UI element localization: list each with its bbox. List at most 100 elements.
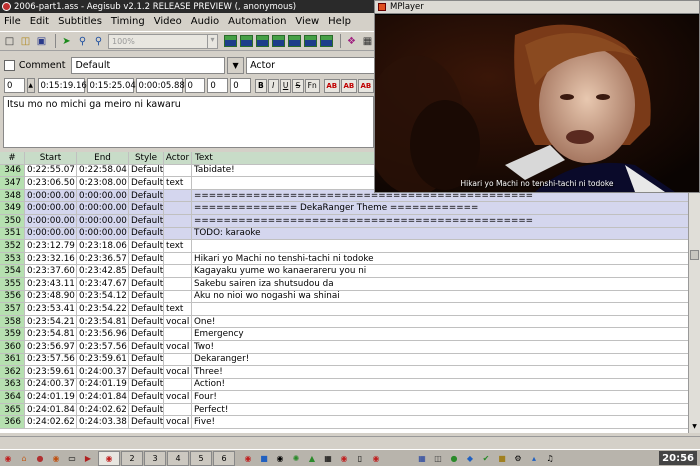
table-row[interactable]: 355 0:23:43.11 0:23:47.67 Default Sakebu sai… <box>0 277 688 291</box>
table-row[interactable]: 366 0:24:02.62 0:24:03.38 Default vocal Five! <box>0 416 688 430</box>
mplayer-window[interactable]: MPlayer Hikari yo Machi no tenshi-tachi … <box>374 0 700 193</box>
desktop-2[interactable]: 2 <box>121 450 143 466</box>
margin-right-field[interactable]: 0 <box>207 78 229 93</box>
shift-times-icon[interactable] <box>320 35 333 47</box>
subtitle-grid[interactable]: # Start End Style Actor Text 346 0:22:55.… <box>0 152 688 433</box>
layer-field[interactable]: 0 <box>4 78 25 93</box>
table-row[interactable]: 357 0:23:53.41 0:23:54.22 Default text <box>0 303 688 316</box>
task-icon[interactable]: ▦ <box>322 452 334 464</box>
snap-end-icon[interactable] <box>288 35 301 47</box>
home-icon[interactable]: ⌂ <box>18 452 30 464</box>
chevron-down-icon[interactable]: ▼ <box>227 56 245 74</box>
automation-icon[interactable]: ❖ <box>345 35 358 48</box>
grid-vertical-scrollbar[interactable]: ▲ ▼ <box>688 152 700 433</box>
tray-icon[interactable]: ✔ <box>480 452 492 464</box>
desktop-5[interactable]: 5 <box>190 450 212 466</box>
app-launcher-icon[interactable]: ● <box>34 452 46 464</box>
task-icon[interactable]: ◉ <box>370 452 382 464</box>
new-file-icon[interactable]: □ <box>3 35 16 48</box>
style-combo[interactable]: Default <box>71 56 226 74</box>
table-row[interactable]: 362 0:23:59.61 0:24:00.37 Default vocal Three… <box>0 366 688 379</box>
table-row[interactable]: 352 0:23:12.79 0:23:18.06 Default text <box>0 240 688 253</box>
media-player-icon[interactable]: ▶ <box>82 452 94 464</box>
table-row[interactable]: 364 0:24:01.19 0:24:01.84 Default vocal Four! <box>0 391 688 404</box>
tray-icon[interactable]: ◆ <box>464 452 476 464</box>
underline-button[interactable]: U <box>279 78 292 93</box>
start-time-field[interactable]: 0:15:19.16 <box>37 78 87 93</box>
tray-icon[interactable]: ▦ <box>416 452 428 464</box>
col-header-end[interactable]: End <box>77 152 129 165</box>
table-row[interactable]: 359 0:23:54.81 0:23:56.96 Default Emergency <box>0 328 688 341</box>
select-time-icon[interactable] <box>240 35 253 47</box>
firefox-icon[interactable]: ◉ <box>50 452 62 464</box>
volume-icon[interactable]: ♫ <box>544 452 556 464</box>
tray-icon[interactable]: ◫ <box>432 452 444 464</box>
outline-color-button[interactable]: AB <box>357 78 374 93</box>
desktop-3[interactable]: 3 <box>144 450 166 466</box>
scroll-down-icon[interactable]: ▼ <box>690 423 699 432</box>
desktop-4[interactable]: 4 <box>167 450 189 466</box>
task-icon[interactable]: ✺ <box>290 452 302 464</box>
col-header-num[interactable]: # <box>0 152 25 165</box>
snap-video-icon[interactable] <box>304 35 317 47</box>
primary-color-button[interactable]: AB <box>323 78 340 93</box>
tray-icon[interactable]: ■ <box>496 452 508 464</box>
jump-to-icon[interactable]: ➤ <box>60 35 73 48</box>
menu-automation[interactable]: Automation <box>228 16 286 27</box>
video-frame[interactable]: Hikari yo Machi no tenshi-tachi ni todok… <box>375 15 699 192</box>
table-row[interactable]: 349 0:00:00.00 0:00:00.00 Default ==========… <box>0 202 688 215</box>
task-icon[interactable]: ◉ <box>274 452 286 464</box>
select-visible-icon[interactable] <box>224 35 237 47</box>
table-row[interactable]: 365 0:24:01.84 0:24:02.62 Default Perfect! <box>0 403 688 417</box>
menu-view[interactable]: View <box>295 16 319 27</box>
table-row[interactable]: 354 0:23:37.60 0:23:42.85 Default Kagayaku y… <box>0 265 688 278</box>
table-row[interactable]: 351 0:00:00.00 0:00:00.00 Default TODO: kara… <box>0 227 688 241</box>
duration-field[interactable]: 0:00:05.88 <box>135 78 185 93</box>
menu-audio[interactable]: Audio <box>191 16 219 27</box>
table-row[interactable]: 356 0:23:48.90 0:23:54.12 Default Aku no nio… <box>0 290 688 304</box>
horizontal-scrollbar[interactable] <box>0 436 700 448</box>
table-row[interactable]: 361 0:23:57.56 0:23:59.61 Default Dekaranger… <box>0 353 688 367</box>
task-icon[interactable]: ◉ <box>338 452 350 464</box>
subtitle-text-editor[interactable]: Itsu mo no michi ga meiro ni kawaru <box>3 96 374 148</box>
mplayer-titlebar[interactable]: MPlayer <box>375 1 699 14</box>
task-icon[interactable]: ◉ <box>242 452 254 464</box>
task-icon[interactable]: ■ <box>258 452 270 464</box>
desktop-1[interactable]: ◉ <box>98 450 120 466</box>
margin-vertical-field[interactable]: 0 <box>230 78 252 93</box>
margin-left-field[interactable]: 0 <box>184 78 206 93</box>
snap-start-icon[interactable] <box>272 35 285 47</box>
tray-icon[interactable]: ● <box>448 452 460 464</box>
zoom-combo[interactable]: 100% ▾ <box>108 33 218 49</box>
strikeout-button[interactable]: S <box>292 78 304 93</box>
menu-help[interactable]: Help <box>328 16 351 27</box>
col-header-start[interactable]: Start <box>25 152 77 165</box>
comment-checkbox[interactable] <box>4 59 15 71</box>
select-lines-icon[interactable] <box>256 35 269 47</box>
bold-button[interactable]: B <box>255 78 267 93</box>
actor-combo[interactable]: Actor <box>246 56 375 74</box>
tray-icon[interactable]: ▴ <box>528 452 540 464</box>
end-time-field[interactable]: 0:15:25.04 <box>86 78 136 93</box>
zoom-out-icon[interactable]: ⚲ <box>92 35 105 48</box>
italic-button[interactable]: I <box>267 78 279 93</box>
menu-subtitles[interactable]: Subtitles <box>58 16 102 27</box>
monitor-icon[interactable]: ▭ <box>66 452 78 464</box>
menu-timing[interactable]: Timing <box>111 16 145 27</box>
menu-file[interactable]: File <box>4 16 21 27</box>
menu-edit[interactable]: Edit <box>30 16 49 27</box>
col-header-actor[interactable]: Actor <box>164 152 192 165</box>
save-file-icon[interactable]: ▣ <box>35 35 48 48</box>
table-row[interactable]: 358 0:23:54.21 0:23:54.81 Default vocal One! <box>0 315 688 329</box>
menu-video[interactable]: Video <box>154 16 182 27</box>
table-row[interactable]: 353 0:23:32.16 0:23:36.57 Default Hikari yo … <box>0 252 688 266</box>
start-menu-icon[interactable]: ◉ <box>2 452 14 464</box>
table-row[interactable]: 360 0:23:56.97 0:23:57.56 Default vocal Two! <box>0 340 688 354</box>
scroll-thumb[interactable] <box>690 250 699 260</box>
task-icon[interactable]: ▲ <box>306 452 318 464</box>
open-file-icon[interactable]: ◫ <box>19 35 32 48</box>
table-row[interactable]: 363 0:24:00.37 0:24:01.19 Default Action! <box>0 378 688 392</box>
tray-icon[interactable]: ⚙ <box>512 452 524 464</box>
col-header-style[interactable]: Style <box>129 152 164 165</box>
secondary-color-button[interactable]: AB <box>340 78 357 93</box>
